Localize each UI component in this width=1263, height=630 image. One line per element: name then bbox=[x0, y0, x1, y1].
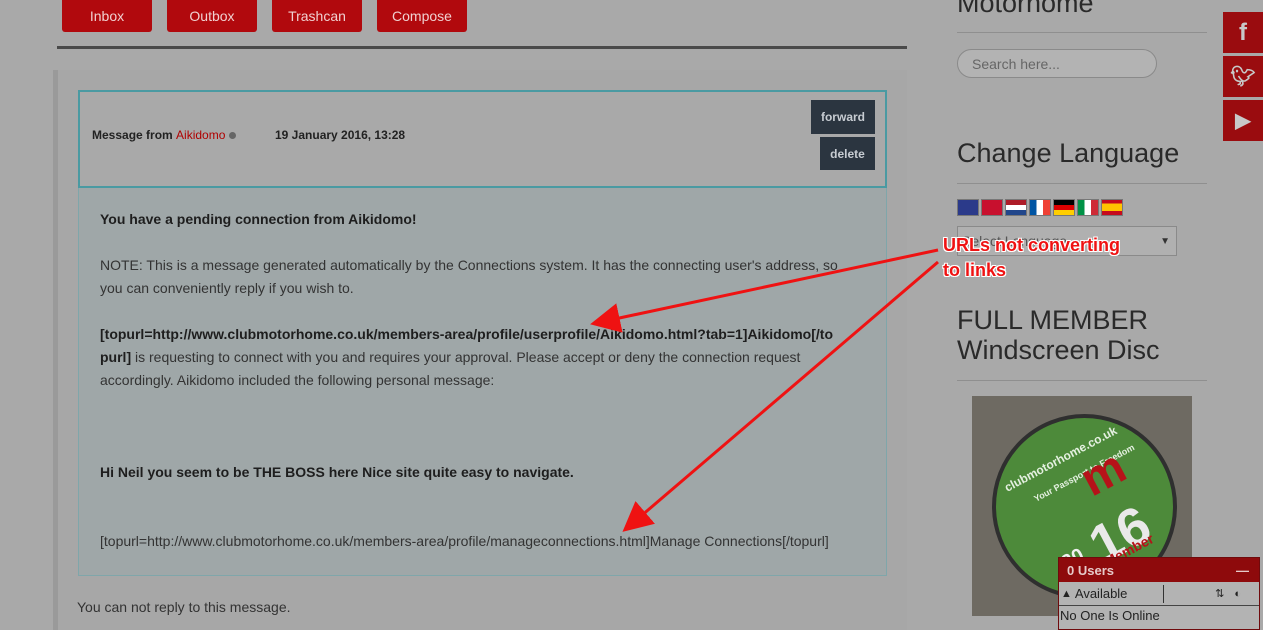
annotation-arrows bbox=[590, 248, 939, 532]
arrow-to-url-1 bbox=[590, 248, 939, 333]
arrow-to-url-2 bbox=[622, 260, 939, 532]
